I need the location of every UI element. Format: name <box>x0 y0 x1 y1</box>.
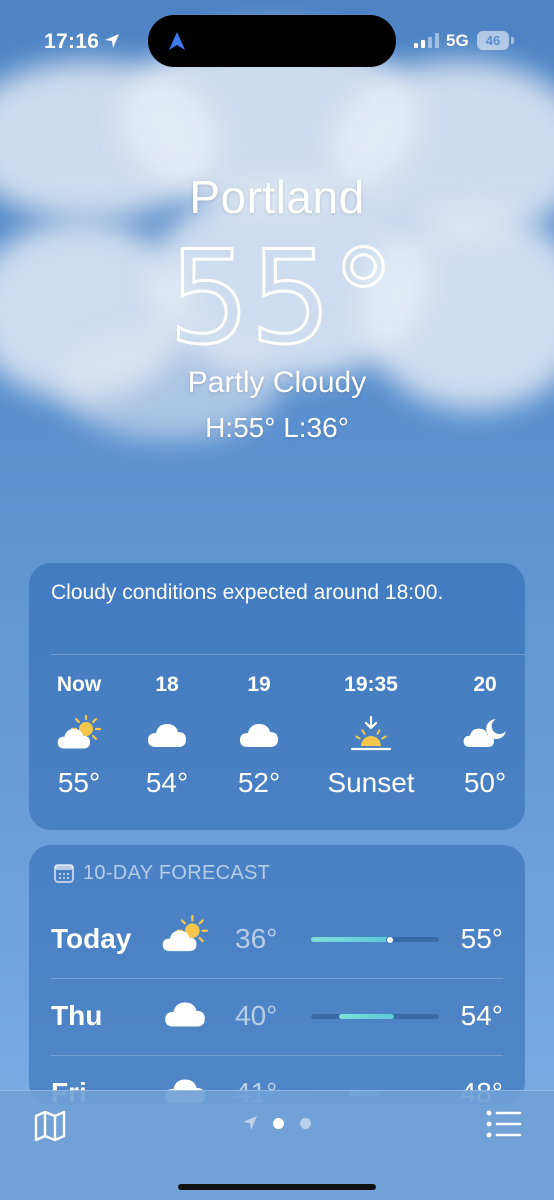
current-location-page-icon[interactable] <box>242 1115 258 1131</box>
hour-value: 50° <box>463 767 507 798</box>
forecast-row[interactable]: Thu 40° 54° <box>29 978 525 1055</box>
day-low: 40° <box>235 1000 278 1031</box>
hour-label: 19:35 <box>344 673 398 696</box>
condition-text: Partly Cloudy <box>187 366 367 399</box>
page-dot[interactable] <box>300 1118 311 1129</box>
bottom-toolbar <box>0 1090 554 1200</box>
cloud-icon <box>236 715 282 755</box>
row-divider <box>51 1055 503 1056</box>
day-high: 55° <box>460 923 503 954</box>
city-name: Portland <box>189 171 365 223</box>
hour-value: 55° <box>57 767 101 798</box>
current-temperature-dot <box>386 935 395 944</box>
hour-label: 20 <box>473 673 497 696</box>
hour-label: 18 <box>155 673 179 696</box>
hourly-item: 19 52° <box>209 673 309 799</box>
hourly-item: 20 50° <box>435 673 535 799</box>
page-dot-active[interactable] <box>273 1118 284 1129</box>
hourly-item: Now 55° <box>29 673 129 799</box>
card-divider <box>51 654 525 655</box>
hour-label: 19 <box>247 673 271 696</box>
current-temperature-graphic: 55° <box>167 224 397 364</box>
navigation-arrow-icon <box>169 32 185 50</box>
hour-value: 52° <box>237 767 281 798</box>
current-weather: Portland 55° Partly Cloudy H:55° L:36° <box>0 170 554 444</box>
hour-value: Sunset <box>327 767 415 798</box>
forecast-row[interactable]: Today 36° 55° <box>29 901 525 978</box>
ten-day-forecast-card[interactable]: 10-DAY FORECAST Today36°55°Thu40°54°Fri4… <box>29 845 525 1105</box>
high-low-text: H:55° L:36° <box>205 412 349 443</box>
forecast-summary: Cloudy conditions expected around 18:00. <box>51 581 444 604</box>
day-name: Today <box>51 923 132 954</box>
battery-nub <box>511 37 514 44</box>
signal-icon <box>414 33 439 48</box>
partly-sunny-icon <box>56 713 102 755</box>
status-bar: 17:16 5G 46 <box>0 0 554 80</box>
day-name: Thu <box>51 1000 103 1031</box>
hour-label: Now <box>56 673 102 696</box>
network-type: 5G <box>446 31 469 50</box>
hourly-item: 19:35 Sunset <box>321 673 421 799</box>
temperature-range-fill <box>339 1014 395 1019</box>
hourly-forecast-card[interactable]: Cloudy conditions expected around 18:00.… <box>29 563 525 830</box>
calendar-icon <box>54 864 74 883</box>
hourly-item: 18 54° <box>117 673 217 799</box>
day-high: 54° <box>460 1000 503 1031</box>
cloud-moon-icon <box>462 715 508 755</box>
current-temperature: 55° <box>169 224 396 364</box>
status-time: 17:16 <box>44 30 100 53</box>
row-divider <box>51 978 503 979</box>
hour-value: 54° <box>145 767 189 798</box>
map-icon[interactable] <box>33 1109 67 1143</box>
battery-icon: 46 <box>477 31 509 50</box>
forecast-header-label: 10-DAY FORECAST <box>83 861 271 884</box>
temperature-range-bar <box>311 935 439 944</box>
home-indicator <box>178 1184 376 1190</box>
list-icon[interactable] <box>486 1109 522 1139</box>
location-arrow-icon <box>105 34 119 48</box>
cloud-icon <box>144 715 190 755</box>
day-low: 36° <box>235 923 278 954</box>
cloud-icon <box>161 992 209 1036</box>
temperature-range-fill <box>311 937 391 942</box>
temperature-range-bar <box>311 1014 439 1019</box>
forecast-header: 10-DAY FORECAST <box>53 861 270 885</box>
sunset-icon <box>348 715 394 755</box>
partly-sunny-icon <box>161 914 209 959</box>
